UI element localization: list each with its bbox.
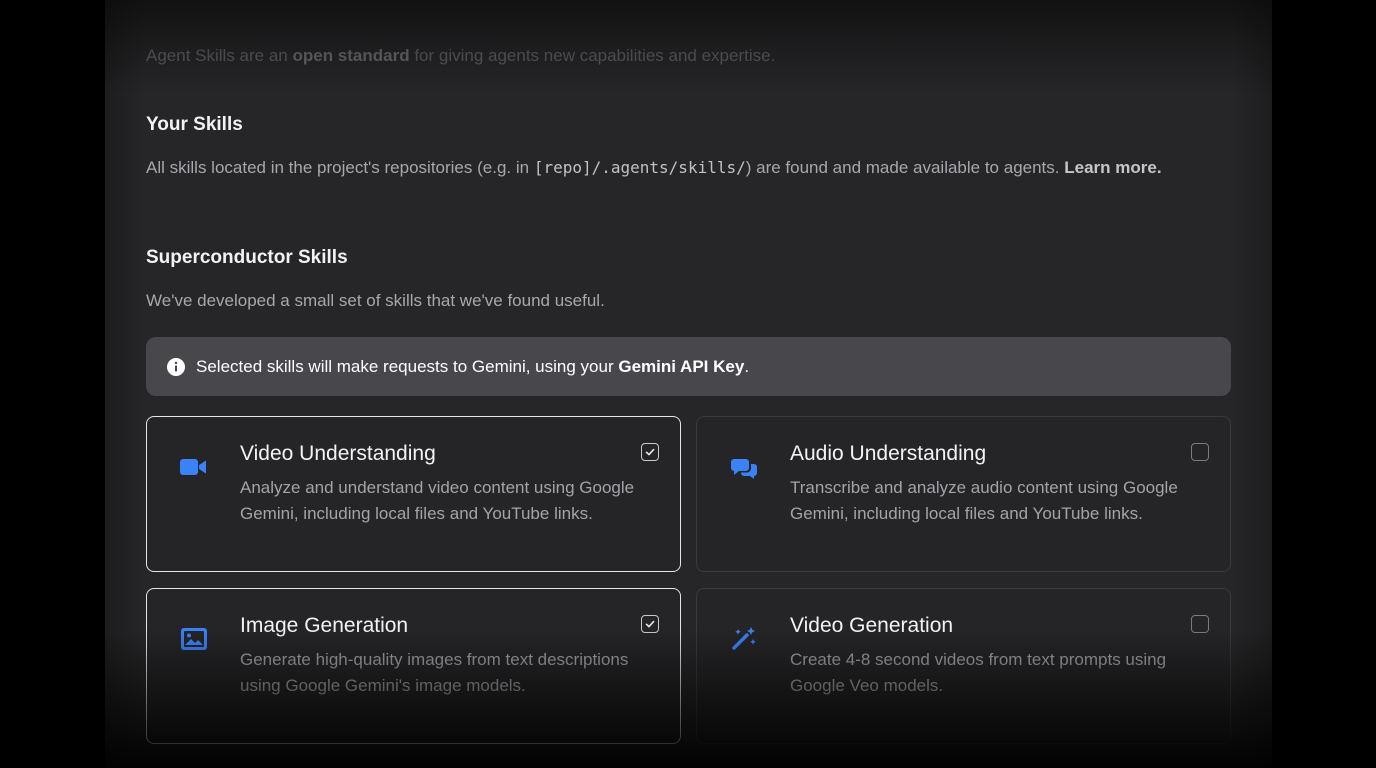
skill-title: Image Generation [240,614,409,637]
skill-card-image-generation[interactable]: Image Generation Generate high-quality i… [146,588,681,744]
skill-description: Create 4-8 second videos from text promp… [790,650,1167,695]
skill-card-video-generation[interactable]: Video Generation Create 4-8 second video… [696,588,1231,744]
magic-wand-icon [729,624,759,654]
skill-card-audio-understanding[interactable]: Audio Understanding Transcribe and analy… [696,416,1231,572]
skill-description: Generate high-quality images from text d… [240,650,629,695]
image-icon [179,624,209,654]
gemini-api-key-text: Gemini API Key [618,356,745,376]
notice-text: Selected skills will make requests to Ge… [196,357,749,377]
skill-card-video-understanding[interactable]: Video Understanding Analyze and understa… [146,416,681,572]
gemini-notice: Selected skills will make requests to Ge… [146,337,1231,396]
superconductor-skills-description: We've developed a small set of skills th… [146,291,605,310]
skill-checkbox[interactable] [641,615,659,633]
superconductor-skills-heading: Superconductor Skills [146,247,348,268]
intro-suffix: for giving agents new capabilities and e… [409,46,776,65]
info-icon [167,357,185,376]
open-standard-text: open standard [292,46,410,65]
chat-bubbles-icon [729,452,759,482]
skill-description: Transcribe and analyze audio content usi… [790,478,1178,523]
skill-title: Audio Understanding [790,442,987,465]
your-skills-desc-suffix: ) are found and made available to agents… [745,158,1065,177]
notice-suffix: . [744,356,750,376]
notice-prefix: Selected skills will make requests to Ge… [196,356,619,376]
skill-checkbox[interactable] [1191,443,1209,461]
skills-path: [repo]/.agents/skills/ [533,158,746,177]
checkmark-icon [645,620,655,628]
your-skills-description: All skills located in the project's repo… [146,152,1221,183]
skill-checkbox[interactable] [641,443,659,461]
checkmark-icon [645,448,655,456]
skill-description: Analyze and understand video content usi… [240,478,635,523]
skill-title: Video Generation [790,614,954,637]
your-skills-desc-prefix: All skills located in the project's repo… [146,158,534,177]
skills-settings-panel: Agent Skills are an open standard for gi… [105,0,1272,768]
learn-more-link[interactable]: Learn more. [1064,158,1161,177]
your-skills-heading: Your Skills [146,114,243,135]
intro-text: Agent Skills are an open standard for gi… [146,46,775,66]
video-camera-icon [179,452,209,482]
skill-title: Video Understanding [240,442,436,465]
skill-checkbox[interactable] [1191,615,1209,633]
intro-prefix: Agent Skills are an [146,46,293,65]
